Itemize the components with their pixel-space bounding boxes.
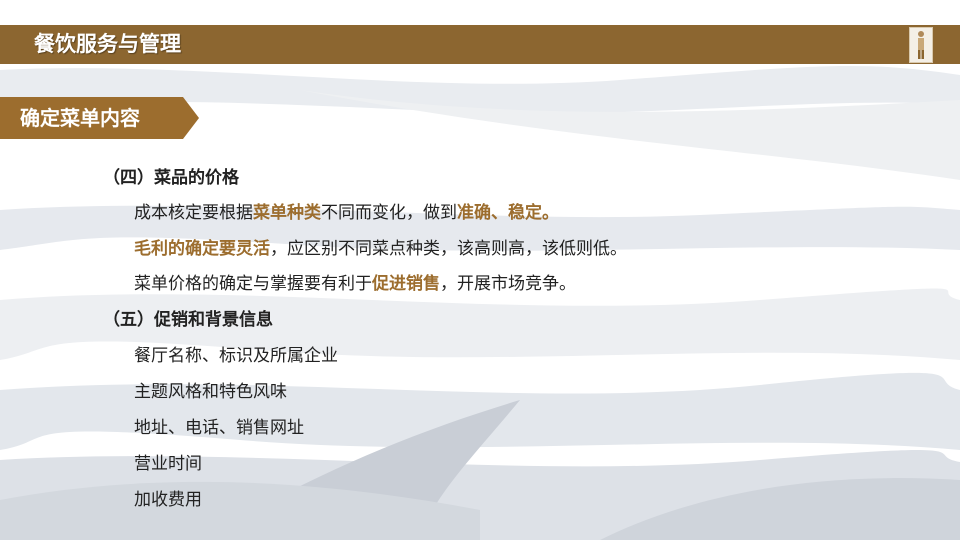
list-item: 主题风格和特色风味 <box>134 382 287 402</box>
section-heading-promotion: （五）促销和背景信息 <box>103 310 273 330</box>
list-item: 餐厅名称、标识及所属企业 <box>134 346 338 366</box>
section-tab: 确定菜单内容 <box>0 97 200 139</box>
list-item: 营业时间 <box>134 454 202 474</box>
list-item: 地址、电话、销售网址 <box>134 418 304 438</box>
section-title: 确定菜单内容 <box>20 106 140 130</box>
highlight-text: 菜单种类 <box>253 203 321 223</box>
highlight-text: 毛利的确定要灵活 <box>134 239 270 259</box>
list-item: 成本核定要根据菜单种类不同而变化，做到准确、稳定。 <box>134 203 559 223</box>
list-item: 毛利的确定要灵活，应区别不同菜点种类，该高则高，该低则低。 <box>134 239 627 259</box>
highlight-text: 准确 <box>457 203 491 223</box>
highlight-text: 促进销售 <box>372 274 440 294</box>
figure-logo-icon <box>909 27 933 63</box>
list-item: 菜单价格的确定与掌握要有利于促进销售，开展市场竞争。 <box>134 274 576 294</box>
list-item: 加收费用 <box>134 490 202 510</box>
title-bar: 餐饮服务与管理 <box>0 25 960 64</box>
highlight-text: 稳定 <box>508 203 542 223</box>
course-title: 餐饮服务与管理 <box>34 32 181 56</box>
section-heading-price: （四）菜品的价格 <box>103 168 239 188</box>
